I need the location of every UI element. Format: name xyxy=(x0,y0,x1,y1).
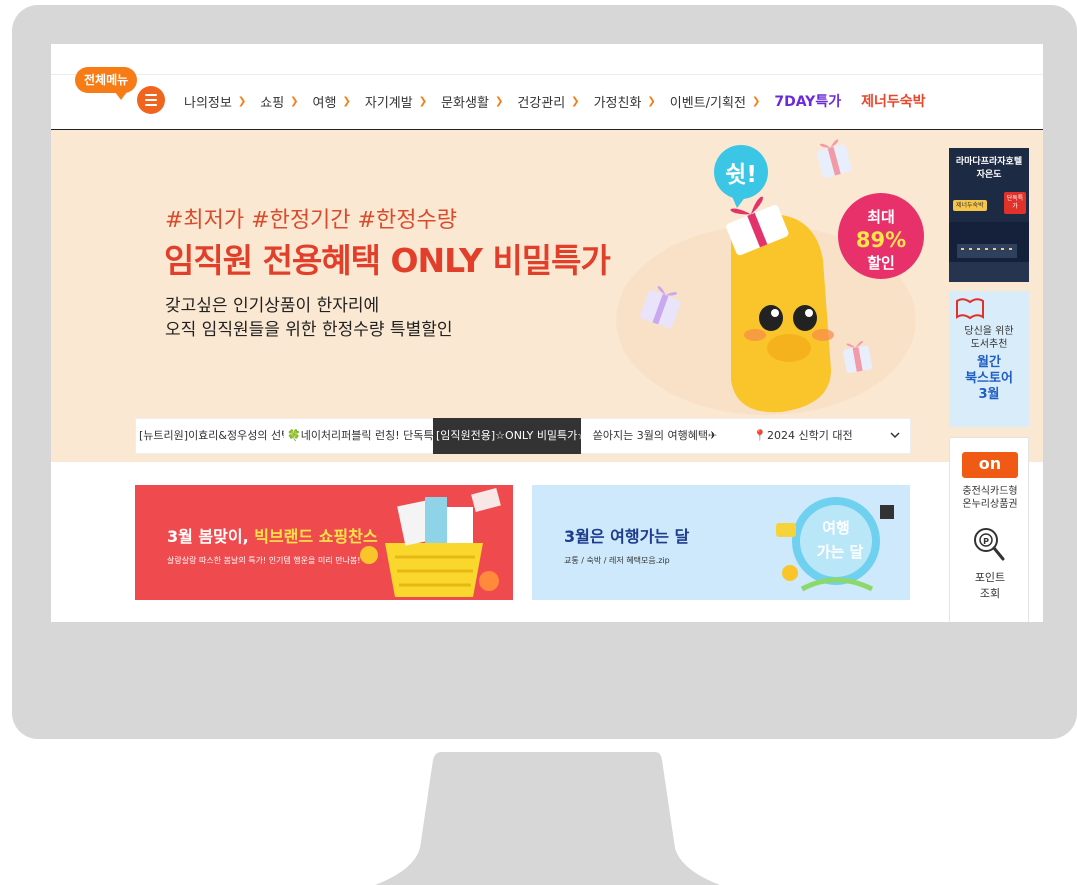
hero-description: 갖고싶은 인기상품이 한자리에 오직 임직원들을 위한 한정수량 특별할인 xyxy=(165,294,453,342)
chevron-down-icon: ❯ xyxy=(290,95,299,107)
banner-subtitle: 교통 / 숙박 / 레저 혜택모음.zip xyxy=(564,556,670,565)
hotel-promo-card[interactable]: 라마다프라자호텔자은도 제너두숙박 단독특가 xyxy=(949,148,1029,282)
nav-label: 7DAY특가 xyxy=(774,94,842,110)
banner-title-prefix: 3월 봄맞이, xyxy=(167,527,255,546)
hotel-chip: 제너두숙박 xyxy=(953,200,987,211)
nav-item-health[interactable]: 건강관리 ❯ xyxy=(517,92,579,111)
menu-icon-bar xyxy=(145,104,157,106)
book-caption-line: 당신을 위한 xyxy=(964,326,1014,337)
banner-subtitle: 살랑살랑 따스한 봄날의 특가! 인기템 행운을 미리 만나봄! xyxy=(167,556,361,565)
shopping-promo-banner[interactable]: 3월 봄맞이, 빅브랜드 쇼핑찬스 살랑살랑 따스한 봄날의 특가! 인기템 행… xyxy=(135,485,513,600)
chevron-down-icon: ❯ xyxy=(751,95,761,107)
point-label-line: 포인트 xyxy=(974,571,1006,584)
book-caption-line: 도서추천 xyxy=(970,339,1008,350)
badge-percent: 89% xyxy=(856,228,906,252)
point-lookup-label[interactable]: 포인트조회 xyxy=(950,570,1028,602)
shopping-basket-illustration xyxy=(360,487,501,597)
hero-hashtags: #최저가 #한정기간 #한정수량 xyxy=(165,208,457,233)
hero-desc-line: 갖고싶은 인기상품이 한자리에 xyxy=(165,296,380,316)
book-title-line: 3월 xyxy=(978,387,1000,402)
hotel-title-line: 자은도 xyxy=(976,170,1002,180)
travel-art-text: 여행 xyxy=(822,519,850,537)
menu-icon-bar xyxy=(145,99,157,101)
chevron-down-icon: ❯ xyxy=(647,95,656,107)
book-caption: 당신을 위한도서추천 xyxy=(949,325,1029,351)
hotel-title-line: 라마다프라자호텔 xyxy=(955,157,1023,167)
main-nav: 나의정보 ❯ 쇼핑 ❯ 여행 ❯ 자기계발 ❯ 문화생활 ❯ 건강관리 ❯ 가정친화 ❯ 이벤… xyxy=(184,90,946,112)
nav-item-self-development[interactable]: 자기계발 ❯ xyxy=(365,92,427,111)
nav-item-7day-deal[interactable]: 7DAY특가 xyxy=(774,91,841,111)
all-menu-button[interactable] xyxy=(137,86,165,114)
tab-nutrione[interactable]: [뉴트리원]이효리&정우성의 선택! xyxy=(136,418,284,454)
chevron-down-icon: ❯ xyxy=(494,95,504,107)
mascot-illustration: 쉿! 최대 89% 할인 xyxy=(616,139,924,415)
onnuri-label-line: 온누리상품권 xyxy=(962,499,1018,510)
nav-item-my-info[interactable]: 나의정보 ❯ xyxy=(184,92,246,111)
point-search-icon[interactable]: P xyxy=(972,526,1006,564)
tab-march-travel[interactable]: 쏟아지는 3월의 여행혜택✈ xyxy=(581,418,729,454)
nav-item-travel[interactable]: 여행 ❯ xyxy=(313,92,351,111)
travel-art-text: 가는 달 xyxy=(817,543,864,561)
book-title-line: 북스토어 xyxy=(965,371,1013,386)
book-recommend-card[interactable]: 당신을 위한도서추천 월간 북스토어 3월 xyxy=(949,291,1029,427)
point-label-line: 조회 xyxy=(979,587,1001,600)
badge-text: 할인 xyxy=(867,254,895,272)
hero-title: 임직원 전용혜택 ONLY 비밀특가 xyxy=(164,241,611,280)
chevron-down-icon: ❯ xyxy=(571,95,580,107)
chevron-down-icon: ❯ xyxy=(342,95,351,107)
quick-menu-panel: on 충전식카드형온누리상품권 P 포인트조회 xyxy=(949,437,1029,622)
travel-promo-banner[interactable]: 3월은 여행가는 달 교통 / 숙박 / 레저 혜택모음.zip 여행 가는 달 xyxy=(532,485,910,600)
tab-nature-republic[interactable]: 🍀네이처리퍼블릭 런칭! 단독특가 xyxy=(284,418,433,454)
onnuri-logo[interactable]: on xyxy=(962,452,1018,478)
nav-label: 문화생활 xyxy=(441,95,489,111)
nav-label: 여행 xyxy=(312,95,337,111)
svg-text:P: P xyxy=(983,537,989,546)
nav-item-xanadu-stay[interactable]: 제너두숙박 xyxy=(861,91,925,111)
header-divider xyxy=(51,74,1043,75)
banner-title: 3월 봄맞이, 빅브랜드 쇼핑찬스 xyxy=(167,523,378,547)
chevron-down-icon: ❯ xyxy=(418,95,428,107)
bubble-text: 쉿! xyxy=(725,162,757,188)
nav-label: 쇼핑 xyxy=(260,95,285,111)
menu-icon-bar xyxy=(145,94,157,96)
banner-title: 3월은 여행가는 달 xyxy=(564,527,690,546)
hero-desc-line: 오직 임직원들을 위한 한정수량 특별할인 xyxy=(165,320,453,340)
badge-text: 최대 xyxy=(867,208,895,226)
browser-screen: 전체메뉴 나의정보 ❯ 쇼핑 ❯ 여행 ❯ 자기계발 ❯ 문화생활 ❯ 건강관리 ❯ 가정친… xyxy=(51,44,1043,622)
hero-tab-bar: [뉴트리원]이효리&정우성의 선택! 🍀네이처리퍼블릭 런칭! 단독특가 [임직… xyxy=(135,418,911,454)
nav-item-shopping[interactable]: 쇼핑 ❯ xyxy=(260,92,298,111)
nav-label: 건강관리 xyxy=(517,95,566,111)
book-icon xyxy=(956,298,984,320)
all-menu-tooltip: 전체메뉴 xyxy=(75,67,138,100)
chevron-down-icon: ❯ xyxy=(237,95,247,107)
hotel-exclusive-badge: 단독특가 xyxy=(1004,192,1026,214)
travel-illustration: 여행 가는 달 xyxy=(776,497,894,592)
book-title-line: 월간 xyxy=(977,355,1001,370)
nav-item-events[interactable]: 이벤트/기획전 ❯ xyxy=(670,92,761,111)
onnuri-label[interactable]: 충전식카드형온누리상품권 xyxy=(950,485,1028,511)
nav-label: 이벤트/기획전 xyxy=(669,95,746,111)
book-title: 월간 북스토어 3월 xyxy=(949,355,1029,403)
onnuri-label-line: 충전식카드형 xyxy=(962,486,1018,497)
nav-label: 자기계발 xyxy=(364,95,413,111)
nav-label: 가정친화 xyxy=(593,95,642,111)
tab-employee-only[interactable]: [임직원전용]☆ONLY 비밀특가☆ xyxy=(433,418,581,454)
nav-label: 제너두숙박 xyxy=(861,94,926,110)
chevron-down-icon[interactable] xyxy=(880,430,910,443)
hero-banner[interactable]: #최저가 #한정기간 #한정수량 임직원 전용혜택 ONLY 비밀특가 갖고싶은… xyxy=(51,130,1043,462)
monitor-stand xyxy=(375,752,720,885)
site-header: 전체메뉴 나의정보 ❯ 쇼핑 ❯ 여행 ❯ 자기계발 ❯ 문화생활 ❯ 건강관리 ❯ 가정친… xyxy=(51,44,1043,130)
hotel-title: 라마다프라자호텔자은도 xyxy=(949,156,1029,182)
tab-new-semester[interactable]: 📍2024 신학기 대전 xyxy=(729,418,877,454)
nav-item-family[interactable]: 가정친화 ❯ xyxy=(594,92,656,111)
hotel-photo xyxy=(949,222,1029,282)
nav-label: 나의정보 xyxy=(184,95,232,111)
nav-item-culture[interactable]: 문화생활 ❯ xyxy=(441,92,503,111)
